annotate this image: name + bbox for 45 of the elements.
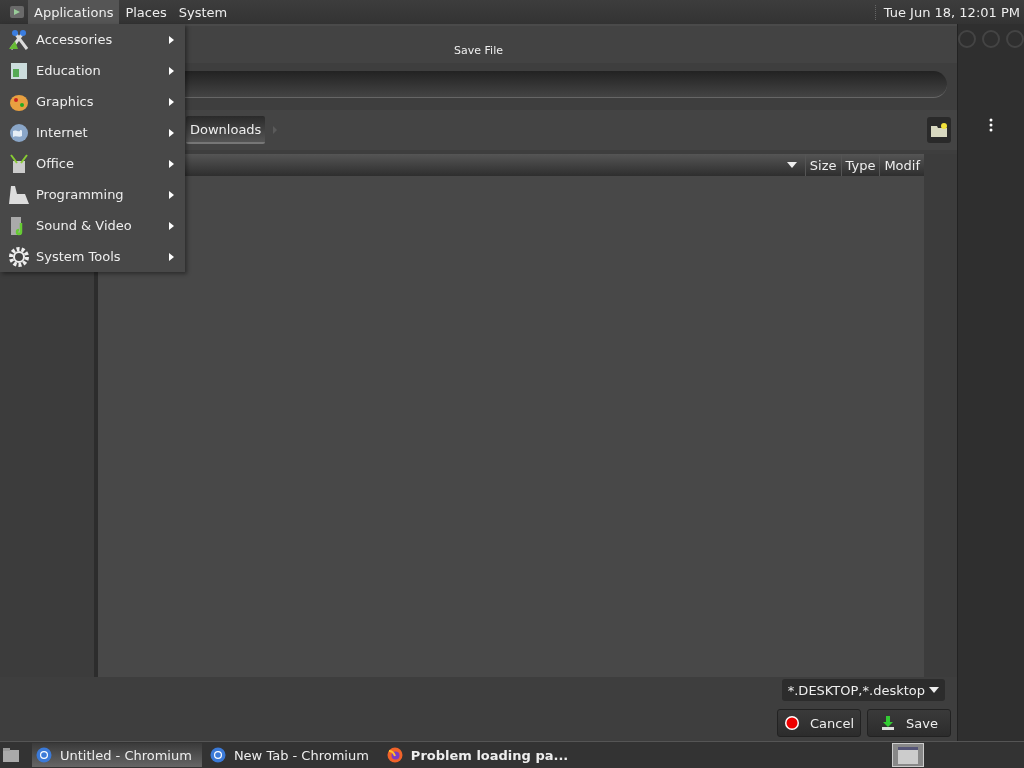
more-menu-icon[interactable] — [989, 118, 993, 132]
cancel-button[interactable]: Cancel — [777, 709, 861, 737]
menu-item[interactable]: Graphics — [0, 86, 185, 117]
submenu-arrow-icon — [168, 189, 175, 200]
workspace-switcher[interactable] — [892, 743, 924, 767]
gear-icon — [8, 245, 30, 268]
filter-dropdown[interactable]: *.DESKTOP,*.desktop — [781, 679, 945, 701]
browser-icon — [209, 747, 226, 763]
menu-logo-icon[interactable] — [8, 3, 26, 21]
column-header[interactable]: Size — [804, 154, 841, 176]
path-button[interactable]: Downloads — [186, 116, 266, 144]
submenu-arrow-icon — [168, 158, 175, 169]
menu-item[interactable]: Office — [0, 148, 185, 179]
menu-item[interactable]: Programming — [0, 179, 185, 210]
task-button[interactable]: Problem loading pa... — [382, 743, 579, 767]
browser-icon — [386, 747, 403, 763]
task-button[interactable]: New Tab - Chromium — [205, 743, 379, 767]
submenu-arrow-icon — [168, 65, 175, 76]
scissors-icon — [8, 28, 30, 51]
save-button[interactable]: Save — [867, 709, 951, 737]
panel-menu[interactable]: Places — [119, 0, 173, 24]
menu-item[interactable]: Sound & Video — [0, 210, 185, 241]
document-icon — [8, 152, 30, 175]
clock[interactable]: Tue Jun 18, 12:01 PM — [874, 4, 1024, 20]
submenu-arrow-icon — [168, 96, 175, 107]
show-desktop-icon[interactable] — [2, 747, 20, 763]
panel-menu[interactable]: System — [172, 0, 234, 24]
new-folder-button[interactable] — [927, 117, 951, 143]
folder-icon — [930, 122, 948, 138]
menu-item[interactable]: Internet — [0, 117, 185, 148]
column-header[interactable]: Type — [840, 154, 880, 176]
dropdown-icon[interactable] — [786, 161, 797, 169]
download-icon — [880, 715, 897, 731]
stop-icon — [783, 715, 800, 731]
submenu-arrow-icon — [168, 220, 175, 231]
submenu-arrow-icon — [168, 34, 175, 45]
submenu-arrow-icon — [168, 251, 175, 262]
submenu-arrow-icon — [168, 127, 175, 138]
task-button[interactable]: Untitled - Chromium — [32, 743, 202, 767]
panel-menu[interactable]: Applications — [28, 0, 120, 24]
globe-icon — [8, 121, 30, 144]
browser-icon — [36, 747, 52, 763]
dropdown-icon — [929, 686, 939, 694]
menu-item[interactable]: System Tools — [0, 241, 185, 272]
menu-item[interactable]: Accessories — [0, 24, 185, 55]
